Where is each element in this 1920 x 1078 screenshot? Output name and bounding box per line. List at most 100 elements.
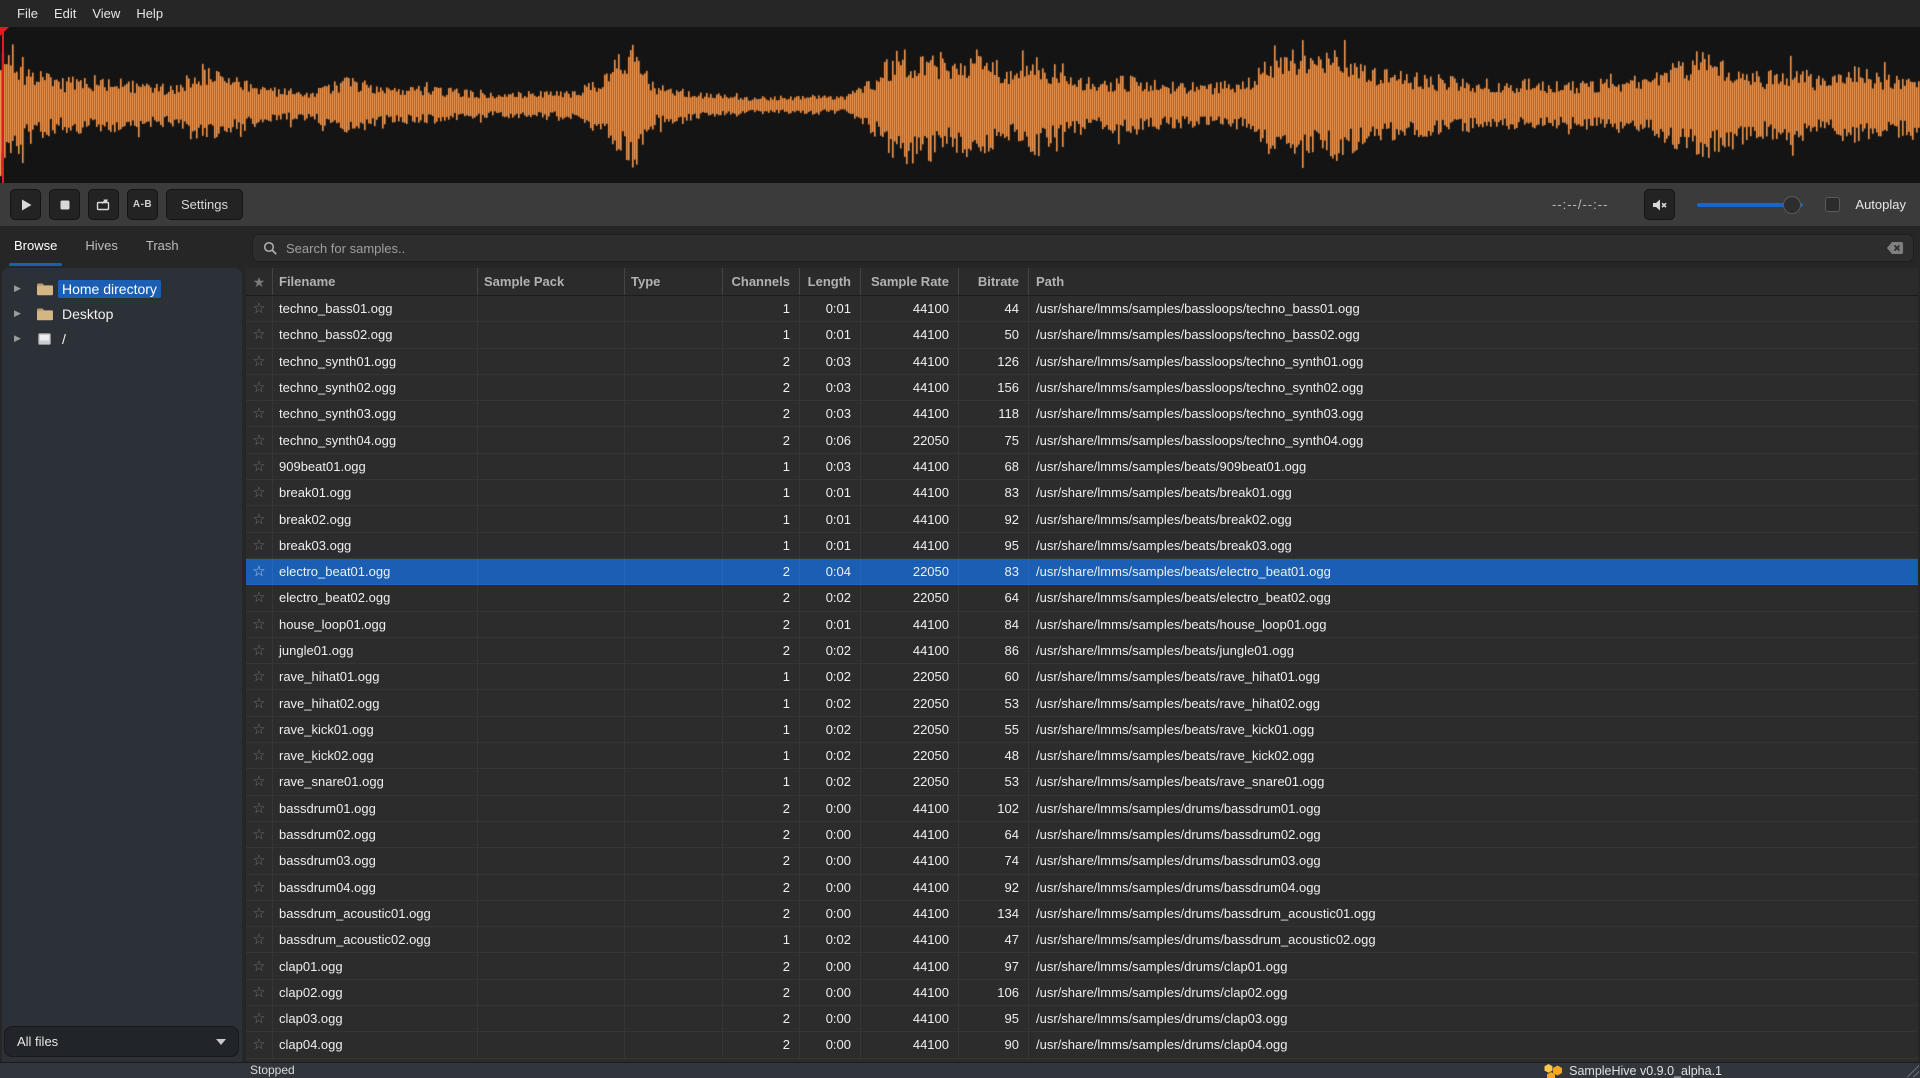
tab-browse[interactable]: Browse [0,226,71,268]
table-row[interactable]: ☆ techno_bass02.ogg 1 0:01 44100 50 /usr… [246,322,1918,348]
menu-view[interactable]: View [84,0,128,27]
star-outline-icon[interactable]: ☆ [252,406,265,421]
table-row[interactable]: ☆ house_loop01.ogg 2 0:01 44100 84 /usr/… [246,612,1918,638]
settings-button[interactable]: Settings [166,189,243,220]
waveform-canvas[interactable] [0,27,1920,183]
star-outline-icon[interactable]: ☆ [252,801,265,816]
favorite-cell[interactable]: ☆ [246,875,273,900]
favorite-cell[interactable]: ☆ [246,980,273,1005]
column-header-length[interactable]: Length [800,268,861,295]
menu-edit[interactable]: Edit [46,0,84,27]
table-row[interactable]: ☆ techno_bass01.ogg 1 0:01 44100 44 /usr… [246,296,1918,322]
favorite-cell[interactable]: ☆ [246,454,273,479]
star-outline-icon[interactable]: ☆ [252,985,265,1000]
table-row[interactable]: ☆ 909beat01.ogg 1 0:03 44100 68 /usr/sha… [246,454,1918,480]
star-outline-icon[interactable]: ☆ [252,538,265,553]
favorite-cell[interactable]: ☆ [246,796,273,821]
table-row[interactable]: ☆ rave_kick01.ogg 1 0:02 22050 55 /usr/s… [246,717,1918,743]
star-outline-icon[interactable]: ☆ [252,354,265,369]
star-outline-icon[interactable]: ☆ [252,643,265,658]
table-header[interactable]: ★ Filename Sample Pack Type Channels Len… [246,268,1918,296]
ab-loop-button[interactable]: A-B [127,189,158,220]
favorite-cell[interactable]: ☆ [246,927,273,952]
star-outline-icon[interactable]: ☆ [252,512,265,527]
table-row[interactable]: ☆ bassdrum_acoustic01.ogg 2 0:00 44100 1… [246,901,1918,927]
table-row[interactable]: ☆ electro_beat01.ogg 2 0:04 22050 83 /us… [246,559,1918,585]
star-outline-icon[interactable]: ☆ [252,1011,265,1026]
table-row[interactable]: ☆ break01.ogg 1 0:01 44100 83 /usr/share… [246,480,1918,506]
column-header-channels[interactable]: Channels [723,268,800,295]
menu-file[interactable]: File [9,0,46,27]
favorite-cell[interactable]: ☆ [246,427,273,452]
column-header-filename[interactable]: Filename [273,268,478,295]
favorite-cell[interactable]: ☆ [246,717,273,742]
star-outline-icon[interactable]: ☆ [252,696,265,711]
search-bar[interactable] [252,234,1914,262]
clear-search-icon[interactable] [1887,242,1903,254]
column-header-bitrate[interactable]: Bitrate [959,268,1029,295]
favorite-cell[interactable]: ☆ [246,822,273,847]
favorite-cell[interactable]: ☆ [246,953,273,978]
table-row[interactable]: ☆ break02.ogg 1 0:01 44100 92 /usr/share… [246,506,1918,532]
favorite-cell[interactable]: ☆ [246,322,273,347]
star-outline-icon[interactable]: ☆ [252,433,265,448]
star-outline-icon[interactable]: ☆ [252,459,265,474]
star-outline-icon[interactable]: ☆ [252,774,265,789]
favorite-cell[interactable]: ☆ [246,638,273,663]
tree-item--[interactable]: ▶/ [2,326,242,351]
tab-trash[interactable]: Trash [132,226,193,268]
favorite-cell[interactable]: ☆ [246,375,273,400]
autoplay-checkbox[interactable] [1825,197,1840,212]
star-outline-icon[interactable]: ☆ [252,590,265,605]
star-outline-icon[interactable]: ☆ [252,380,265,395]
favorite-cell[interactable]: ☆ [246,480,273,505]
table-row[interactable]: ☆ techno_synth02.ogg 2 0:03 44100 156 /u… [246,375,1918,401]
column-header-type[interactable]: Type [625,268,723,295]
star-outline-icon[interactable]: ☆ [252,617,265,632]
star-outline-icon[interactable]: ☆ [252,722,265,737]
favorite-cell[interactable]: ☆ [246,1006,273,1031]
favorite-cell[interactable]: ☆ [246,349,273,374]
menu-help[interactable]: Help [128,0,171,27]
favorite-cell[interactable]: ☆ [246,559,273,584]
playhead-handle-icon[interactable] [0,27,9,36]
star-outline-icon[interactable]: ☆ [252,932,265,947]
table-row[interactable]: ☆ clap02.ogg 2 0:00 44100 106 /usr/share… [246,980,1918,1006]
table-row[interactable]: ☆ bassdrum03.ogg 2 0:00 44100 74 /usr/sh… [246,848,1918,874]
expander-arrow-icon[interactable]: ▶ [14,283,28,294]
star-outline-icon[interactable]: ☆ [252,301,265,316]
tree-item-home-directory[interactable]: ▶Home directory [2,276,242,301]
star-outline-icon[interactable]: ☆ [252,748,265,763]
favorite-cell[interactable]: ☆ [246,848,273,873]
column-header-sample-pack[interactable]: Sample Pack [478,268,625,295]
favorite-cell[interactable]: ☆ [246,743,273,768]
star-outline-icon[interactable]: ☆ [252,880,265,895]
star-outline-icon[interactable]: ☆ [252,853,265,868]
table-row[interactable]: ☆ bassdrum02.ogg 2 0:00 44100 64 /usr/sh… [246,822,1918,848]
favorite-cell[interactable]: ☆ [246,664,273,689]
search-input[interactable] [286,241,1887,256]
file-filter-dropdown[interactable]: All files [4,1026,239,1057]
star-outline-icon[interactable]: ☆ [252,669,265,684]
favorite-cell[interactable]: ☆ [246,612,273,637]
star-outline-icon[interactable]: ☆ [252,959,265,974]
playhead-marker[interactable] [2,27,4,183]
favorite-cell[interactable]: ☆ [246,585,273,610]
table-row[interactable]: ☆ techno_synth04.ogg 2 0:06 22050 75 /us… [246,427,1918,453]
mute-button[interactable] [1644,189,1675,220]
favorite-cell[interactable]: ☆ [246,533,273,558]
column-header-path[interactable]: Path [1029,268,1918,295]
tree-item-desktop[interactable]: ▶Desktop [2,301,242,326]
table-row[interactable]: ☆ rave_hihat01.ogg 1 0:02 22050 60 /usr/… [246,664,1918,690]
star-outline-icon[interactable]: ☆ [252,485,265,500]
star-outline-icon[interactable]: ☆ [252,327,265,342]
volume-slider[interactable] [1697,196,1803,214]
table-row[interactable]: ☆ techno_synth03.ogg 2 0:03 44100 118 /u… [246,401,1918,427]
favorite-cell[interactable]: ☆ [246,506,273,531]
star-outline-icon[interactable]: ☆ [252,1037,265,1052]
stop-button[interactable] [49,189,80,220]
table-row[interactable]: ☆ jungle01.ogg 2 0:02 44100 86 /usr/shar… [246,638,1918,664]
favorite-cell[interactable]: ☆ [246,690,273,715]
play-button[interactable] [10,189,41,220]
table-row[interactable]: ☆ rave_kick02.ogg 1 0:02 22050 48 /usr/s… [246,743,1918,769]
